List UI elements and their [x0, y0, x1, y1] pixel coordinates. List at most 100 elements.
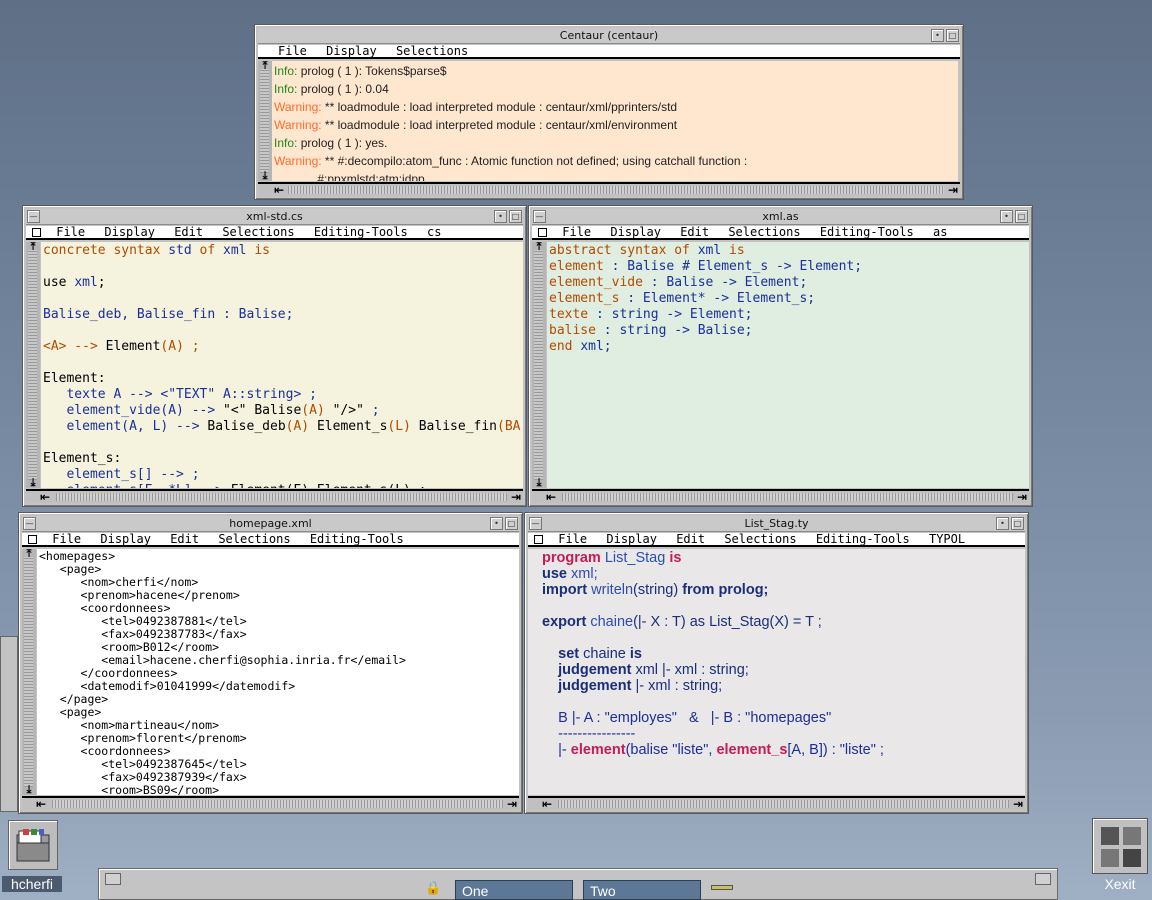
offscreen-window-edge[interactable] [0, 636, 18, 812]
scroll-down-icon[interactable]: ⤓ [532, 477, 546, 488]
xexit-icon[interactable] [1092, 818, 1148, 874]
menu-edit[interactable]: Edit [680, 225, 709, 239]
menu-selections[interactable]: Selections [222, 225, 294, 239]
menu-edit[interactable]: Edit [174, 225, 203, 239]
menu-file[interactable]: File [278, 44, 307, 58]
menu-display[interactable]: Display [326, 44, 377, 58]
horizontal-scrollbar[interactable]: ⇤ ⇥ [528, 796, 1025, 811]
homepage-editor[interactable]: <homepages> <page> <nom>cherfi</nom> <pr… [37, 549, 519, 795]
menu-selections[interactable]: Selections [396, 44, 468, 58]
scroll-right-icon[interactable]: ⇥ [1013, 797, 1023, 811]
scroll-down-icon[interactable]: ⤓ [258, 170, 272, 181]
scroll-rail[interactable] [288, 186, 944, 194]
iconify-button[interactable]: • [1000, 210, 1013, 223]
menu-editing-tools[interactable]: Editing-Tools [310, 532, 404, 546]
scroll-left-icon[interactable]: ⇤ [274, 183, 284, 197]
menu-edit[interactable]: Edit [676, 532, 705, 546]
menu-selections[interactable]: Selections [218, 532, 290, 546]
maximize-button[interactable]: □ [509, 210, 522, 223]
xmlstd-titlebar[interactable]: — xml-std.cs • □ [26, 209, 523, 225]
scroll-thumb[interactable] [534, 250, 543, 480]
scroll-right-icon[interactable]: ⇥ [507, 797, 517, 811]
menu-editing-tools[interactable]: Editing-Tools [816, 532, 910, 546]
iconify-button[interactable]: • [996, 517, 1009, 530]
window-menu-button[interactable]: — [529, 517, 542, 530]
xmlas-editor[interactable]: abstract syntax of xml is element : Balis… [547, 242, 1029, 488]
scroll-right-icon[interactable]: ⇥ [511, 490, 521, 504]
workspace-two-button[interactable]: Two [583, 880, 701, 900]
menu-cs[interactable]: cs [427, 225, 441, 239]
centaur-titlebar[interactable]: Centaur (centaur) • □ [258, 28, 960, 44]
scroll-right-icon[interactable]: ⇥ [948, 183, 958, 197]
scroll-thumb[interactable] [24, 557, 33, 787]
select-box[interactable] [538, 228, 547, 237]
menu-selections[interactable]: Selections [728, 225, 800, 239]
menu-typol[interactable]: TYPOL [929, 532, 965, 546]
scroll-thumb[interactable] [260, 69, 269, 173]
scroll-rail[interactable] [558, 800, 1009, 808]
menu-editing-tools[interactable]: Editing-Tools [314, 225, 408, 239]
menu-display[interactable]: Display [610, 225, 661, 239]
select-box[interactable] [32, 228, 41, 237]
menu-display[interactable]: Display [104, 225, 155, 239]
menu-display[interactable]: Display [606, 532, 657, 546]
xmlstd-editor[interactable]: concrete syntax std of xml is use xml; B… [41, 242, 523, 488]
menu-selections[interactable]: Selections [724, 532, 796, 546]
select-box[interactable] [534, 535, 543, 544]
scroll-left-icon[interactable]: ⇤ [36, 797, 46, 811]
menu-editing-tools[interactable]: Editing-Tools [820, 225, 914, 239]
menu-file[interactable]: File [562, 225, 591, 239]
scroll-down-icon[interactable]: ⤓ [22, 784, 36, 795]
lock-icon[interactable]: 🔒 [425, 881, 441, 897]
liststag-window[interactable]: — List_Stag.ty • □ File Display Edit Sel… [524, 512, 1029, 814]
centaur-window[interactable]: Centaur (centaur) • □ File Display Selec… [254, 24, 964, 200]
menu-file[interactable]: File [52, 532, 81, 546]
horizontal-scrollbar[interactable]: ⇤ ⇥ [532, 489, 1029, 504]
xmlstd-window[interactable]: — xml-std.cs • □ File Display Edit Selec… [22, 205, 527, 507]
menu-edit[interactable]: Edit [170, 532, 199, 546]
maximize-button[interactable]: □ [946, 29, 959, 42]
xexit-tile[interactable]: Xexit [1090, 816, 1150, 900]
iconify-button[interactable]: • [490, 517, 503, 530]
horizontal-scrollbar[interactable]: ⇤ ⇥ [22, 796, 519, 811]
panel-handle[interactable] [105, 873, 121, 885]
scroll-rail[interactable] [56, 493, 507, 501]
iconify-button[interactable]: • [931, 29, 944, 42]
vertical-scrollbar[interactable]: ⤒ ⤓ [22, 548, 36, 795]
horizontal-scrollbar[interactable]: ⇤ ⇥ [258, 182, 960, 197]
liststag-titlebar[interactable]: — List_Stag.ty • □ [528, 516, 1025, 532]
scroll-left-icon[interactable]: ⇤ [542, 797, 552, 811]
scroll-rail[interactable] [52, 800, 503, 808]
menu-as[interactable]: as [933, 225, 947, 239]
menu-file[interactable]: File [558, 532, 587, 546]
maximize-button[interactable]: □ [505, 517, 518, 530]
window-menu-button[interactable]: — [23, 517, 36, 530]
scroll-left-icon[interactable]: ⇤ [546, 490, 556, 504]
workspace-one-button[interactable]: One [455, 880, 573, 900]
liststag-editor[interactable]: program List_Stag is use xml; import write… [528, 549, 1025, 795]
scroll-right-icon[interactable]: ⇥ [1017, 490, 1027, 504]
menu-display[interactable]: Display [100, 532, 151, 546]
homepage-titlebar[interactable]: — homepage.xml • □ [22, 516, 519, 532]
vertical-scrollbar[interactable]: ⤒ ⤓ [258, 60, 272, 181]
menu-file[interactable]: File [56, 225, 85, 239]
maximize-button[interactable]: □ [1015, 210, 1028, 223]
scroll-thumb[interactable] [28, 250, 37, 480]
iconify-button[interactable]: • [494, 210, 507, 223]
xmlas-titlebar[interactable]: — xml.as • □ [532, 209, 1029, 225]
panel-handle-right[interactable] [1035, 873, 1051, 885]
homepage-window[interactable]: — homepage.xml • □ File Display Edit Sel… [18, 512, 523, 814]
window-menu-button[interactable]: — [27, 210, 40, 223]
maximize-button[interactable]: □ [1011, 517, 1024, 530]
user-icon-tile[interactable]: hcherfi [2, 816, 62, 900]
xmlas-window[interactable]: — xml.as • □ File Display Edit Selection… [528, 205, 1033, 507]
scroll-rail[interactable] [562, 493, 1013, 501]
scroll-left-icon[interactable]: ⇤ [40, 490, 50, 504]
select-box[interactable] [28, 535, 37, 544]
folder-icon[interactable] [8, 820, 58, 870]
window-menu-button[interactable]: — [533, 210, 546, 223]
vertical-scrollbar[interactable]: ⤒ ⤓ [532, 241, 546, 488]
vertical-scrollbar[interactable]: ⤒ ⤓ [26, 241, 40, 488]
scroll-down-icon[interactable]: ⤓ [26, 477, 40, 488]
horizontal-scrollbar[interactable]: ⇤ ⇥ [26, 489, 523, 504]
